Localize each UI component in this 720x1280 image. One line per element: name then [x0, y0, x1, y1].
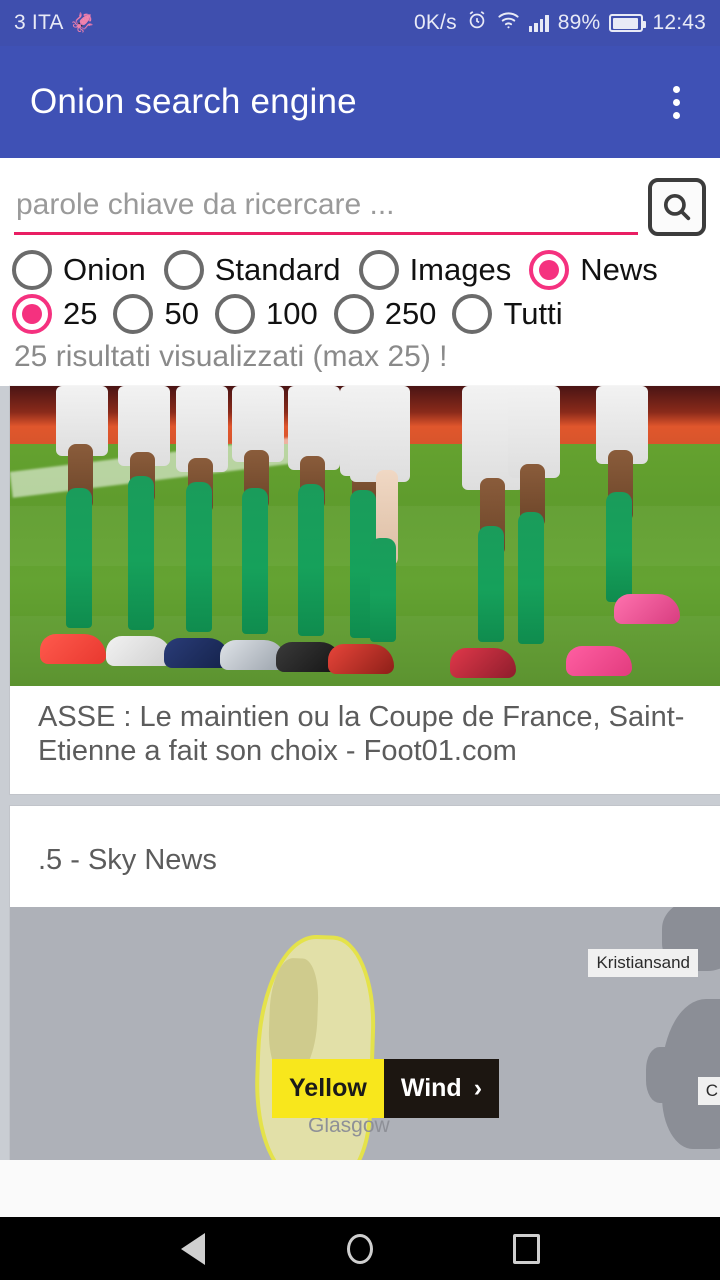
recents-square-icon[interactable] — [497, 1219, 557, 1279]
map-east-coast — [570, 907, 720, 1175]
radio-label: 100 — [265, 296, 318, 331]
radio-option-250[interactable]: 250 — [333, 294, 437, 334]
phone-screen: 3 ITA 🦑 0K/s 89% 12:43 Onion search engi… — [0, 0, 720, 1280]
result-image-soccer — [10, 386, 720, 686]
engine-options-row: Onion Standard Images News — [0, 246, 720, 292]
results-summary: 25 risultati visualizzati (max 25) ! — [0, 336, 720, 386]
status-bar: 3 ITA 🦑 0K/s 89% 12:43 — [0, 0, 720, 46]
signal-bars-icon — [528, 14, 549, 32]
radio-circle-icon — [214, 294, 255, 334]
radio-circle-icon — [113, 294, 154, 334]
map-label-clipped: C — [697, 1077, 720, 1106]
clock-label: 12:43 — [652, 11, 706, 34]
page-title: Onion search engine — [30, 82, 357, 121]
radio-option-standard[interactable]: Standard — [163, 250, 341, 290]
app-bar: Onion search engine — [0, 46, 720, 158]
wifi-icon — [497, 10, 520, 36]
result-card-map[interactable]: .5 - Sky News Kristiansand C Glasgow Yel… — [10, 806, 720, 1176]
android-nav-bar — [0, 1217, 720, 1280]
warning-type-label: Wind › — [383, 1059, 500, 1119]
radio-circle-selected-icon — [12, 294, 52, 334]
radio-label: Onion — [63, 252, 146, 287]
carrier-label: 3 ITA — [14, 11, 64, 34]
radio-option-25[interactable]: 25 — [12, 294, 97, 334]
radio-label: Images — [409, 252, 512, 287]
result-title: .5 - Sky News — [38, 844, 217, 877]
radio-label: News — [580, 252, 658, 287]
radio-option-news[interactable]: News — [529, 250, 658, 290]
results-list[interactable]: ASSE : Le maintien ou la Coupe de France… — [0, 386, 720, 1176]
bottom-spacer — [0, 1160, 720, 1217]
status-bar-left: 3 ITA 🦑 — [14, 11, 94, 35]
search-icon — [660, 190, 694, 224]
radio-label: Tutti — [503, 296, 563, 331]
radio-option-onion[interactable]: Onion — [12, 250, 146, 290]
count-options-row: 25 50 100 250 Tutti — [0, 292, 720, 336]
battery-icon — [609, 14, 647, 32]
weather-warning-badge[interactable]: Yellow Wind › — [272, 1059, 500, 1119]
map-warning-region — [251, 933, 379, 1176]
map-label-kristiansand: Kristiansand — [588, 949, 698, 978]
radio-label: 50 — [164, 296, 199, 331]
radio-circle-selected-icon — [529, 250, 570, 290]
result-card-photo[interactable]: ASSE : Le maintien ou la Coupe de France… — [10, 386, 720, 795]
radio-circle-icon — [333, 294, 374, 334]
more-vertical-icon[interactable] — [663, 78, 690, 127]
result-caption: ASSE : Le maintien ou la Coupe de France… — [38, 701, 685, 768]
alarm-icon — [466, 9, 488, 37]
search-button[interactable] — [648, 178, 706, 236]
radio-label: 250 — [384, 296, 437, 331]
radio-circle-icon — [452, 294, 493, 334]
radio-circle-icon — [12, 250, 52, 290]
warning-type-text: Wind — [400, 1074, 462, 1103]
radio-option-100[interactable]: 100 — [214, 294, 318, 334]
search-bar — [0, 158, 720, 246]
back-triangle-icon[interactable] — [163, 1219, 223, 1279]
result-image-weather-map: Kristiansand C Glasgow Yellow Wind › — [10, 907, 720, 1176]
status-bar-right: 0K/s 89% 12:43 — [414, 9, 706, 37]
radio-circle-icon — [163, 250, 204, 290]
network-speed-label: 0K/s — [413, 11, 457, 34]
search-input-wrap — [14, 176, 638, 235]
radio-option-tutti[interactable]: Tutti — [452, 294, 563, 334]
octopus-icon: 🦑 — [70, 12, 95, 34]
chevron-right-icon: › — [473, 1074, 483, 1103]
radio-label: 25 — [63, 296, 98, 331]
radio-option-50[interactable]: 50 — [113, 294, 199, 334]
search-input[interactable] — [14, 184, 638, 235]
home-circle-icon[interactable] — [330, 1219, 390, 1279]
radio-option-images[interactable]: Images — [358, 250, 512, 290]
radio-label: Standard — [214, 252, 341, 287]
radio-circle-icon — [358, 250, 399, 290]
warning-level-label: Yellow — [272, 1059, 384, 1119]
battery-percent-label: 89% — [557, 11, 601, 34]
